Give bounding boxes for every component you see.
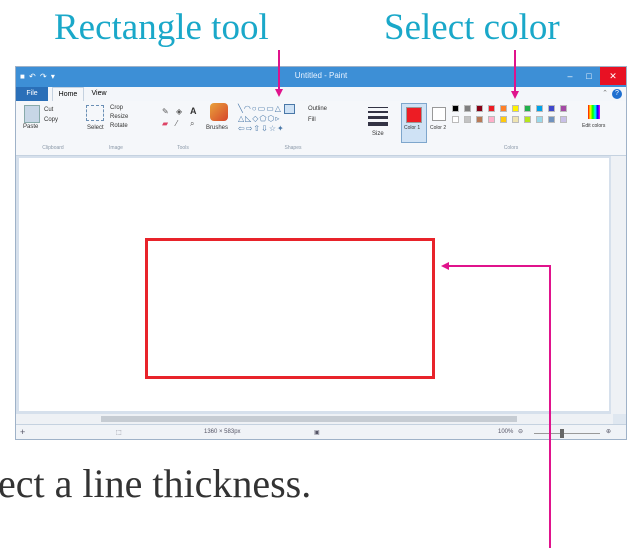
annotation-arrows <box>275 50 551 548</box>
arrow-to-drawn-rectangle <box>441 262 551 548</box>
